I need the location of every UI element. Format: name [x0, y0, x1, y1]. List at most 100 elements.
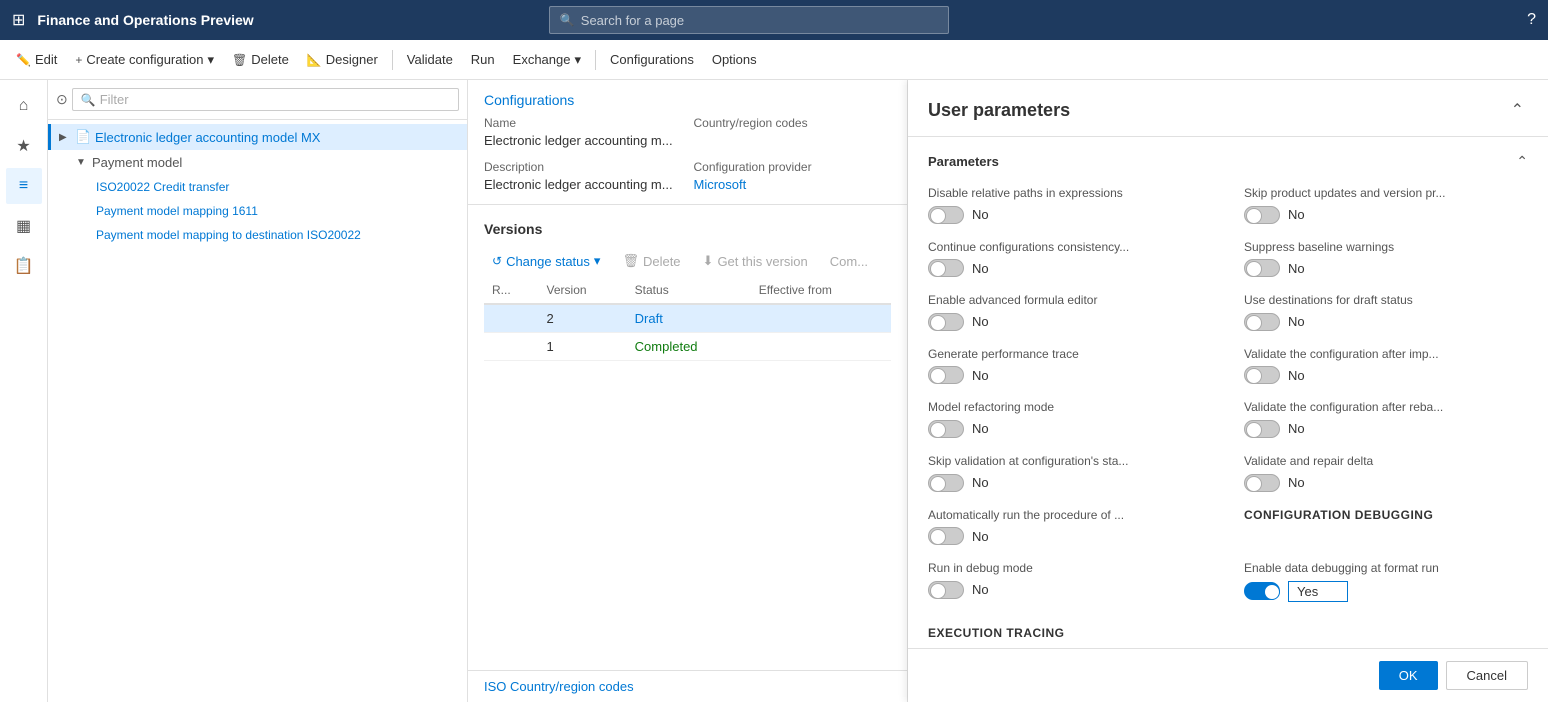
config-provider-value[interactable]: Microsoft [694, 177, 747, 192]
delete-version-button[interactable]: 🗑 Delete [614, 249, 688, 273]
param-debug-mode: Run in debug mode No [928, 561, 1212, 602]
param-control-7: No [928, 581, 1212, 599]
configurations-button[interactable]: Configurations [602, 48, 702, 71]
table-row[interactable]: 2 Draft [484, 304, 891, 333]
toggle-r5[interactable] [1244, 474, 1280, 492]
execution-tracing-heading: EXECUTION TRACING [928, 626, 1528, 640]
params-body: Parameters ⌃ Disable relative paths in e… [908, 137, 1548, 648]
toggle-label-7: No [972, 582, 989, 597]
designer-icon: 📐 [307, 53, 322, 67]
ok-button[interactable]: OK [1379, 661, 1438, 690]
cancel-button[interactable]: Cancel [1446, 661, 1528, 690]
param-label-2: Enable advanced formula editor [928, 293, 1212, 309]
iso-title[interactable]: ISO Country/region codes [484, 679, 891, 694]
toggle-3[interactable] [928, 366, 964, 384]
toggle-4[interactable] [928, 420, 964, 438]
tree-grandchild-1[interactable]: Payment model mapping 1611 [48, 199, 467, 223]
nav-list[interactable]: ≡ [6, 168, 42, 204]
exchange-button[interactable]: Exchange ▾ [505, 48, 589, 72]
search-icon: 🔍 [560, 13, 575, 27]
cell-r-0 [484, 304, 539, 333]
toggle-0[interactable] [928, 206, 964, 224]
toggle-r2[interactable] [1244, 313, 1280, 331]
delete-button[interactable]: 🗑 Delete [224, 48, 297, 71]
params-collapse-section-btn[interactable]: ⌃ [1516, 153, 1528, 170]
param-control-4: No [928, 420, 1212, 438]
filter-input[interactable] [100, 92, 450, 107]
search-input[interactable] [581, 13, 938, 28]
separator-1 [392, 50, 393, 70]
edit-button[interactable]: ✏️ Edit [8, 48, 65, 71]
toggle-label-r2: No [1288, 314, 1305, 329]
toggle-label-3: No [972, 368, 989, 383]
tree-item-icon: 📄 [75, 129, 91, 145]
run-button[interactable]: Run [463, 48, 503, 71]
nav-favorites[interactable]: ★ [6, 128, 42, 164]
cell-effective-1 [751, 333, 891, 361]
nav-calendar[interactable]: ▦ [6, 208, 42, 244]
tree-child-payment-model[interactable]: ▼ Payment model [48, 150, 467, 175]
param-label-7: Run in debug mode [928, 561, 1212, 577]
param-control-r1: No [1244, 259, 1528, 277]
tree-content: ▶ 📄 Electronic ledger accounting model M… [48, 120, 467, 702]
validate-button[interactable]: Validate [399, 48, 461, 71]
collapse-button[interactable]: ⌃ [1507, 96, 1528, 124]
grid-icon[interactable]: ⊞ [12, 10, 25, 30]
params-header: User parameters ⌃ [908, 80, 1548, 137]
cell-r-1 [484, 333, 539, 361]
description-value: Electronic ledger accounting m... [484, 177, 673, 192]
toggle-debugging[interactable] [1244, 582, 1280, 600]
param-validate-after-imp: Validate the configuration after imp... … [1244, 347, 1528, 385]
name-value: Electronic ledger accounting m... [484, 133, 673, 148]
debug-value-box[interactable]: Yes [1288, 581, 1348, 602]
toggle-1[interactable] [928, 259, 964, 277]
filter-search-icon: 🔍 [81, 93, 96, 107]
param-label-r4: Validate the configuration after reba... [1244, 400, 1528, 416]
tree-grandchild-0[interactable]: ISO20022 Credit transfer [48, 175, 467, 199]
config-provider-field: Configuration provider Microsoft [694, 160, 892, 192]
designer-button[interactable]: 📐 Designer [299, 48, 386, 71]
params-title: User parameters [928, 100, 1070, 121]
get-version-button[interactable]: ⬇ Get this version [695, 249, 816, 273]
table-header-row: R... Version Status Effective from [484, 277, 891, 304]
search-bar[interactable]: 🔍 [549, 6, 949, 34]
cell-status-0: Draft [627, 304, 751, 333]
toggle-6[interactable] [928, 527, 964, 545]
options-button[interactable]: Options [704, 48, 765, 71]
tree-item-label: Electronic ledger accounting model MX [95, 130, 320, 145]
configurations-title: Configurations [468, 80, 907, 116]
content-panel: Configurations Name Electronic ledger ac… [468, 80, 908, 702]
toggle-r4[interactable] [1244, 420, 1280, 438]
nav-home[interactable]: ⌂ [6, 88, 42, 124]
param-validate-repair-delta: Validate and repair delta No [1244, 454, 1528, 492]
refresh-icon: ↺ [492, 254, 502, 268]
filter-icon: ⊙ [56, 91, 68, 108]
param-label-4: Model refactoring mode [928, 400, 1212, 416]
toggle-r1[interactable] [1244, 259, 1280, 277]
table-row[interactable]: 1 Completed [484, 333, 891, 361]
tree-grandchild-2[interactable]: Payment model mapping to destination ISO… [48, 223, 467, 247]
toggle-5[interactable] [928, 474, 964, 492]
toggle-label-r5: No [1288, 475, 1305, 490]
change-status-button[interactable]: ↺ Change status ▾ [484, 249, 608, 273]
param-label-r2: Use destinations for draft status [1244, 293, 1528, 309]
toggle-7[interactable] [928, 581, 964, 599]
param-use-destinations: Use destinations for draft status No [1244, 293, 1528, 331]
create-config-button[interactable]: + Create configuration ▾ [67, 48, 222, 72]
param-continue-config: Continue configurations consistency... N… [928, 240, 1212, 278]
cell-version-0: 2 [539, 304, 627, 333]
tree-item-selected[interactable]: ▶ 📄 Electronic ledger accounting model M… [48, 124, 467, 150]
compare-button[interactable]: Com... [822, 250, 876, 273]
param-disable-relative: Disable relative paths in expressions No [928, 186, 1212, 224]
enable-debugging-label: Enable data debugging at format run [1244, 561, 1528, 577]
nav-reports[interactable]: 📋 [6, 248, 42, 284]
toggle-r3[interactable] [1244, 366, 1280, 384]
col-version: Version [539, 277, 627, 304]
params-footer: OK Cancel [908, 648, 1548, 702]
description-label: Description [484, 160, 682, 174]
versions-table-container: R... Version Status Effective from 2 Dra… [468, 277, 907, 670]
toggle-2[interactable] [928, 313, 964, 331]
help-icon[interactable]: ? [1527, 11, 1536, 29]
main-area: ⌂ ★ ≡ ▦ 📋 ⊙ 🔍 ▶ 📄 Electronic ledger acco… [0, 80, 1548, 702]
toggle-r0[interactable] [1244, 206, 1280, 224]
